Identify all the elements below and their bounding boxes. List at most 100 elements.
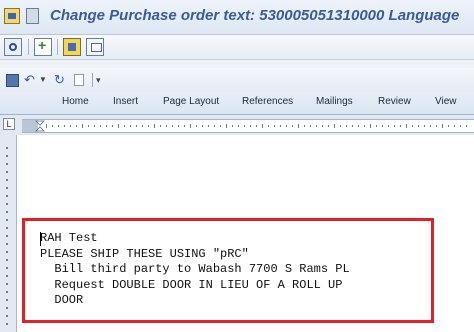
ruler-tick — [322, 125, 323, 127]
ruler-tick — [430, 125, 431, 127]
ruler-bar: L — [0, 115, 474, 135]
sap-menu-icon[interactable] — [4, 8, 20, 24]
ruler-tick — [442, 124, 443, 128]
ruler-tick — [6, 243, 8, 245]
ribbon-tabs: Home Insert Page Layout References Maili… — [0, 92, 474, 115]
document-icon[interactable] — [26, 8, 39, 24]
undo-icon[interactable]: ↶ — [24, 72, 35, 88]
ruler-tick — [208, 125, 209, 127]
text-line: Request DOUBLE DOOR IN LIEU OF A ROLL UP — [40, 277, 343, 292]
hanging-indent-marker — [35, 126, 45, 132]
ruler-tick — [370, 124, 371, 128]
ruler-tick — [292, 125, 293, 127]
ruler-tick — [6, 299, 8, 301]
ruler-tick — [6, 219, 8, 221]
ruler-tick — [70, 125, 71, 127]
ruler-tick — [6, 283, 8, 285]
tab-insert[interactable]: Insert — [113, 96, 138, 107]
ruler-tick — [286, 125, 287, 127]
tab-page-layout[interactable]: Page Layout — [163, 96, 219, 107]
ruler-tick — [6, 171, 8, 173]
new-document-icon[interactable] — [74, 74, 84, 86]
ruler-tick — [352, 125, 353, 127]
ruler-tick — [58, 125, 59, 127]
window-title: Change Purchase order text: 530005051310… — [50, 7, 460, 24]
ruler-tick — [6, 267, 8, 269]
tab-review[interactable]: Review — [378, 96, 411, 107]
ruler-tick — [6, 211, 8, 213]
ruler-tick — [166, 125, 167, 127]
ruler-tick — [358, 125, 359, 127]
first-line-indent-marker — [35, 120, 45, 126]
text-cursor — [40, 232, 41, 246]
ruler-tick — [220, 125, 221, 127]
vertical-ruler[interactable] — [0, 135, 17, 332]
ruler-tick — [406, 124, 407, 128]
ruler-tick — [274, 125, 275, 127]
ruler-tick — [268, 125, 269, 127]
tab-references[interactable]: References — [242, 96, 293, 107]
tab-home[interactable]: Home — [62, 96, 89, 107]
ruler-tick — [124, 125, 125, 127]
ruler-tick — [238, 125, 239, 127]
text-line: PLEASE SHIP THESE USING "pRC" — [40, 246, 249, 261]
ruler-tick — [118, 124, 119, 128]
ruler-tick — [148, 125, 149, 127]
ruler-tick — [76, 125, 77, 127]
ruler-tick — [412, 125, 413, 127]
ruler-tick — [382, 125, 383, 127]
ruler-tick — [6, 187, 8, 189]
display-change-icon[interactable] — [4, 38, 22, 56]
ruler-tick — [94, 125, 95, 127]
ruler-tick — [172, 125, 173, 127]
ruler-tick — [46, 124, 47, 128]
ruler-tick — [340, 125, 341, 127]
frame-gap — [0, 60, 474, 68]
ruler-tick — [6, 195, 8, 197]
customize-icon[interactable]: ▾ — [96, 72, 101, 88]
ruler-tick — [280, 125, 281, 127]
ruler-tick — [454, 125, 455, 127]
ruler-tick — [256, 125, 257, 127]
insert-icon[interactable] — [34, 37, 52, 56]
ruler-tick — [6, 251, 8, 253]
tab-mailings[interactable]: Mailings — [316, 96, 353, 107]
ruler-tick — [202, 125, 203, 127]
ruler-tick — [178, 125, 179, 127]
text-line: RAH Test — [40, 231, 98, 245]
ruler-tick — [298, 124, 299, 128]
format-icon[interactable] — [86, 38, 104, 56]
quick-access-toolbar: ↶ ▼ ↻ ▾ — [0, 68, 474, 92]
tab-view[interactable]: View — [435, 96, 457, 107]
save-icon[interactable] — [6, 74, 19, 87]
ruler-tick — [6, 227, 8, 229]
ruler-tick — [394, 125, 395, 127]
settings-icon[interactable] — [63, 38, 81, 56]
ruler-tick — [400, 125, 401, 127]
ruler-tick — [130, 125, 131, 127]
ruler-tick — [328, 125, 329, 127]
ruler-tick — [6, 275, 8, 277]
ruler-tick — [6, 291, 8, 293]
ruler-tick — [214, 125, 215, 127]
ruler-tick — [136, 125, 137, 127]
ruler-tick — [190, 124, 191, 128]
ruler-tick — [184, 125, 185, 127]
horizontal-ruler[interactable] — [22, 119, 474, 133]
ruler-tick — [364, 125, 365, 127]
ruler-tick — [250, 125, 251, 127]
ruler-tick — [6, 179, 8, 181]
ruler-tick — [6, 259, 8, 261]
ruler-tick — [6, 155, 8, 157]
tab-selector[interactable]: L — [3, 118, 15, 130]
ruler-tick — [262, 124, 263, 128]
ruler-tick — [100, 125, 101, 127]
ruler-tick — [418, 125, 419, 127]
chevron-down-icon[interactable]: ▼ — [39, 72, 47, 88]
ruler-tick — [232, 125, 233, 127]
document-text[interactable]: RAH Test PLEASE SHIP THESE USING "pRC" Bi… — [40, 231, 350, 309]
ruler-tick — [6, 235, 8, 237]
ruler-tick — [436, 125, 437, 127]
redo-icon[interactable]: ↻ — [54, 72, 65, 88]
ruler-tick — [316, 125, 317, 127]
